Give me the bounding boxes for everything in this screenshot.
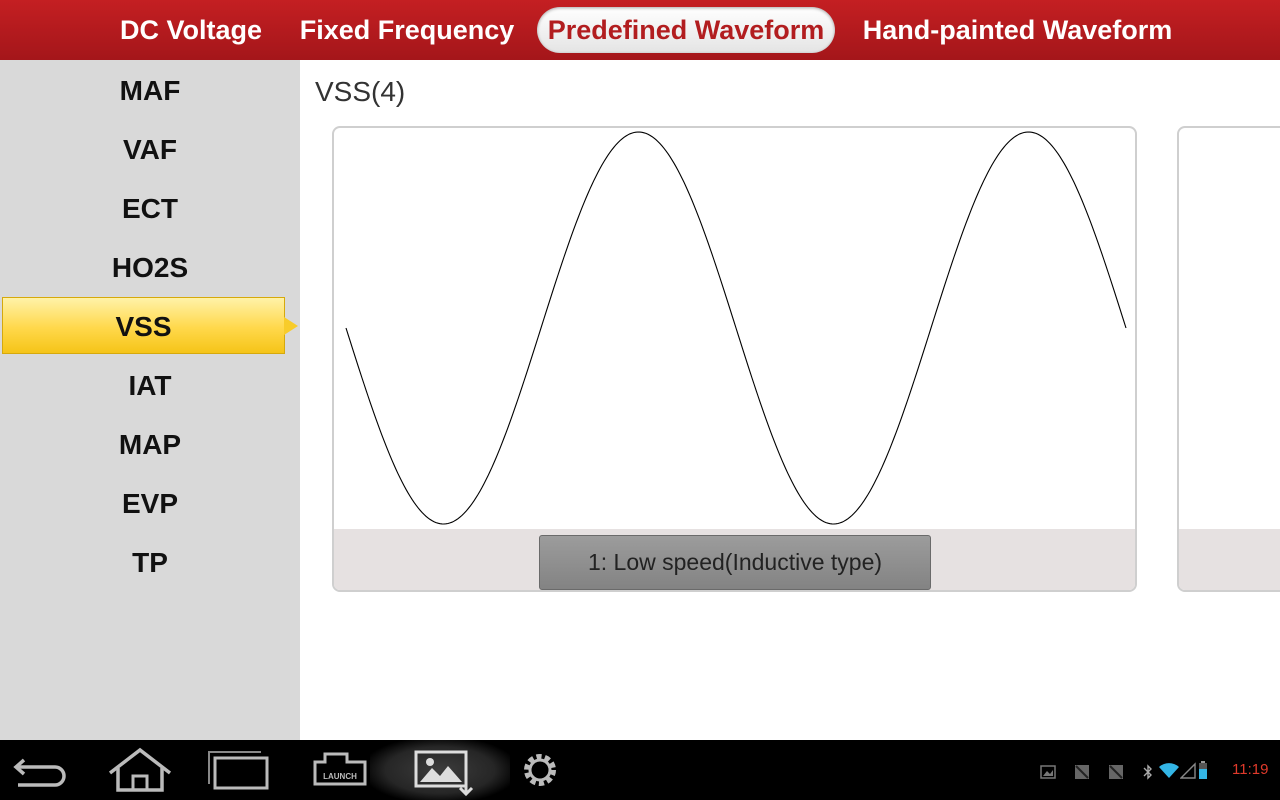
sidebar-item-ho2s[interactable]: HO2S [0,238,300,297]
svg-text:LAUNCH: LAUNCH [323,772,357,781]
sidebar-item-iat[interactable]: IAT [0,356,300,415]
waveform-select-button[interactable]: 1: Low speed(Inductive type) [539,535,931,590]
waveform-preview [345,131,1127,525]
sine-wave-line [345,131,1127,525]
status-clock: 11:19 [1232,761,1269,778]
card-footer [1179,529,1280,590]
card-footer: 1: Low speed(Inductive type) [334,529,1135,590]
sidebar-item-vss[interactable]: VSS [2,297,298,354]
battery-icon [1199,761,1207,779]
screenshot-button[interactable] [370,740,510,800]
home-button[interactable] [95,740,185,800]
sidebar-item-evp[interactable]: EVP [0,474,300,533]
waveform-card[interactable]: 1: Low speed(Inductive type) [332,126,1137,592]
home-icon [108,747,172,792]
tab-fixed-frequency[interactable]: Fixed Frequency [296,7,518,53]
tab-hand-painted-waveform[interactable]: Hand-painted Waveform [854,7,1181,53]
back-icon [13,758,66,787]
signal-icon [1180,762,1196,779]
tab-predefined-waveform[interactable]: Predefined Waveform [537,7,835,53]
screenshot-notification-icon [1075,765,1089,779]
recent-apps-icon [208,751,269,790]
bluetooth-icon [1143,764,1152,780]
gallery-notification-icon [1040,765,1056,779]
sidebar-item-vaf[interactable]: VAF [0,120,300,179]
waveform-card-next[interactable] [1177,126,1280,592]
settings-button[interactable] [495,740,585,800]
sidebar: MAF VAF ECT HO2S VSS IAT MAP EVP TP [0,60,300,740]
settings-icon [524,754,556,786]
sidebar-item-map[interactable]: MAP [0,415,300,474]
wifi-icon [1159,763,1179,778]
screenshot-icon [414,750,474,797]
tab-bar: DC Voltage Fixed Frequency Predefined Wa… [0,0,1280,60]
back-button[interactable] [0,740,90,800]
screenshot-notification-icon [1109,765,1123,779]
recent-apps-button[interactable] [195,740,285,800]
system-nav-bar: LAUNCH 11:19 [0,740,1280,800]
sidebar-item-tp[interactable]: TP [0,533,300,592]
sidebar-item-ect[interactable]: ECT [0,179,300,238]
page-title: VSS(4) [315,76,406,107]
tab-dc-voltage[interactable]: DC Voltage [112,7,270,53]
sidebar-item-maf[interactable]: MAF [0,61,300,120]
